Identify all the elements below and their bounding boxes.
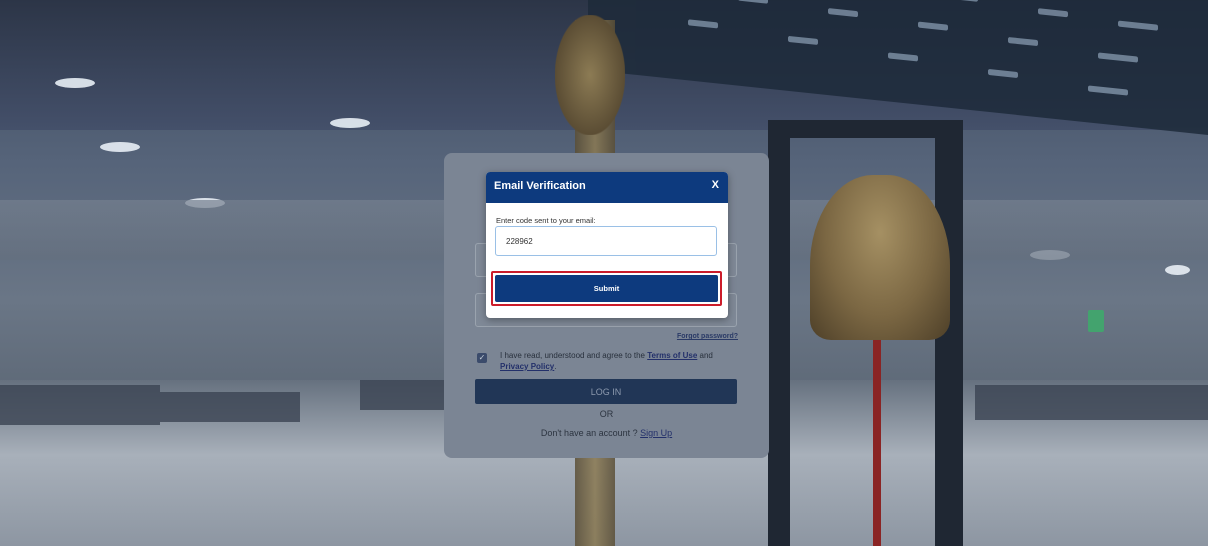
- login-button[interactable]: LOG IN: [475, 379, 737, 404]
- dialog-header: Email Verification X: [486, 172, 728, 203]
- ticker-cell: [738, 0, 768, 4]
- ticker-cell: [828, 8, 858, 18]
- trading-desk: [0, 385, 160, 425]
- ticker-cell: [888, 52, 918, 62]
- ticker-cell: [788, 35, 818, 46]
- dialog-title: Email Verification: [494, 180, 586, 192]
- trading-desk: [975, 385, 1208, 420]
- or-divider: OR: [599, 409, 614, 419]
- ticker-cell: [918, 21, 948, 31]
- bell-frame-post: [768, 135, 790, 546]
- bell-frame-beam: [768, 120, 963, 138]
- signup-prompt: Don't have an account ? Sign Up: [444, 428, 769, 438]
- trading-desk: [360, 380, 450, 410]
- ticker-cell: [1088, 85, 1128, 96]
- ticker-cell: [1008, 36, 1038, 47]
- verification-code-input[interactable]: [495, 226, 717, 256]
- agree-text-end: .: [554, 362, 557, 371]
- bell-rope: [873, 340, 881, 546]
- ticker-cell: [1038, 8, 1068, 18]
- ticker-cell: [1098, 52, 1138, 63]
- signup-prompt-text: Don't have an account ?: [540, 428, 641, 438]
- agree-text-and: and: [697, 351, 713, 360]
- trading-bell: [810, 175, 950, 340]
- ceiling-light: [330, 118, 370, 128]
- ticker-cell: [988, 68, 1018, 79]
- privacy-policy-link[interactable]: Privacy Policy: [500, 362, 554, 371]
- close-icon[interactable]: X: [712, 179, 719, 191]
- terms-agreement-text: I have read, understood and agree to the…: [500, 350, 740, 372]
- checkmark-icon[interactable]: ✓: [477, 353, 487, 363]
- ticker-cell: [688, 19, 718, 29]
- code-label: Enter code sent to your email:: [496, 216, 596, 225]
- submit-button[interactable]: Submit: [495, 275, 718, 302]
- exit-sign: [1088, 310, 1104, 332]
- trading-desk: [160, 392, 300, 422]
- bell-stand-ornament: [555, 15, 625, 135]
- email-verification-dialog: Email Verification X Enter code sent to …: [486, 172, 728, 318]
- ceiling-light: [100, 142, 140, 152]
- ceiling-light: [1165, 265, 1190, 275]
- forgot-password-link[interactable]: Forgot password?: [677, 333, 738, 340]
- agree-text-start: I have read, understood and agree to the: [500, 351, 648, 360]
- ceiling-light: [55, 78, 95, 88]
- ticker-cell: [1118, 20, 1158, 31]
- ticker-cell: [948, 0, 978, 2]
- signup-link[interactable]: Sign Up: [640, 428, 672, 438]
- terms-of-use-link[interactable]: Terms of Use: [647, 351, 697, 360]
